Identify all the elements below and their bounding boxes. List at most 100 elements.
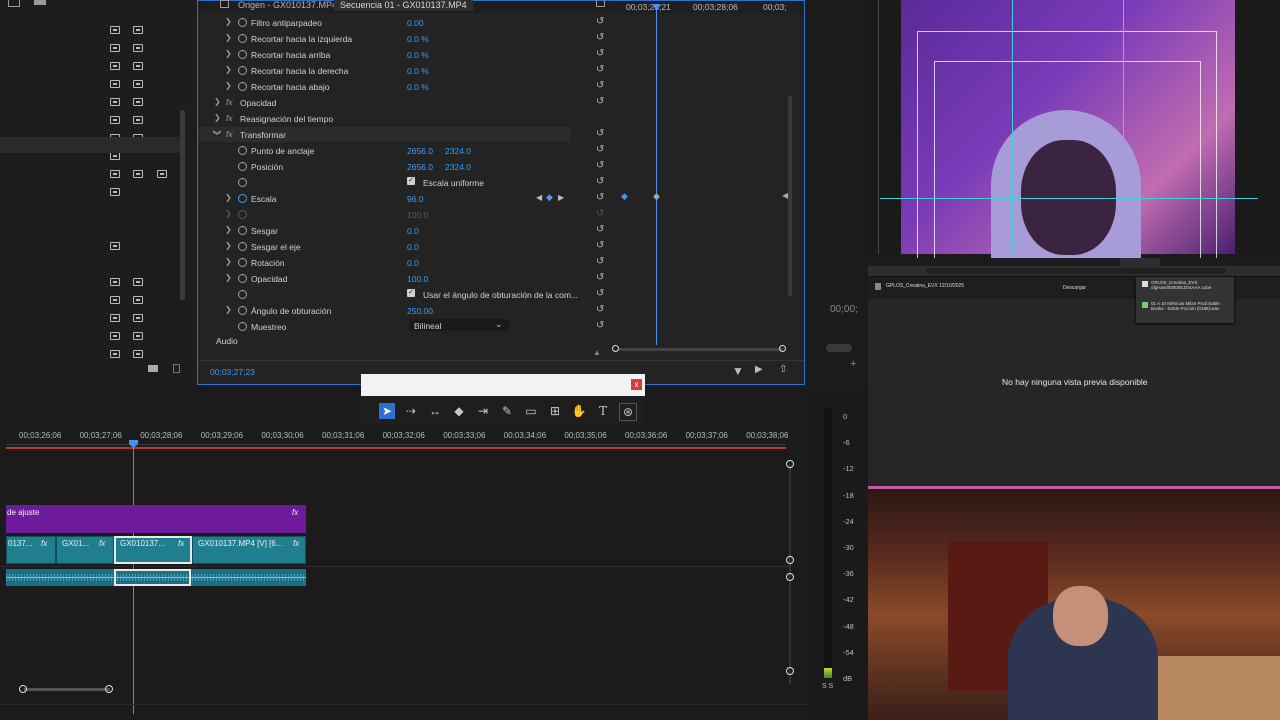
expand-chevron-icon[interactable]: ❯ [225, 241, 232, 250]
section-time-remap[interactable]: ❯ fx Reasignación del tiempo [198, 111, 598, 126]
section-opacity[interactable]: ❯ fx Opacidad ↺ [198, 95, 604, 110]
expand-chevron-icon[interactable]: ❯ [214, 97, 221, 106]
keyframe-icon[interactable]: ◆ [621, 191, 628, 202]
uniform-scale-checkbox[interactable]: ✓ [407, 177, 415, 185]
clip-thumbnail-icon[interactable] [133, 350, 143, 358]
position-y-value[interactable]: 2324.0 [445, 162, 471, 172]
reset-icon[interactable]: ↺ [596, 257, 606, 267]
type-tool-icon[interactable]: T [595, 403, 611, 419]
zoom-handle[interactable] [19, 685, 27, 693]
play-only-audio-icon[interactable]: ▶ [755, 364, 763, 375]
clip-thumbnail-icon[interactable] [110, 62, 120, 70]
next-keyframe-icon[interactable]: ▶ [558, 193, 564, 202]
audio-clip-selected[interactable] [114, 569, 191, 586]
close-button[interactable]: x [631, 379, 642, 390]
opacity-value[interactable]: 100.0 [407, 274, 428, 284]
filter-icon[interactable]: ▼ [732, 364, 744, 378]
fx-icon[interactable]: fx [226, 113, 233, 123]
scale-value[interactable]: 96.0 [407, 194, 424, 204]
expand-chevron-icon[interactable]: ❯ [225, 65, 232, 74]
reset-icon[interactable]: ↺ [596, 33, 606, 43]
section-audio[interactable]: Audio [198, 334, 598, 349]
ec-scrollbar[interactable] [788, 96, 792, 296]
stopwatch-icon[interactable] [238, 258, 247, 267]
reset-icon[interactable]: ↺ [596, 305, 606, 315]
clip-thumbnail-icon[interactable] [110, 98, 120, 106]
reset-icon[interactable]: ↺ [596, 193, 606, 203]
expand-chevron-icon[interactable]: ❯ [225, 49, 232, 58]
solo-buttons[interactable]: S S [822, 683, 833, 690]
sampling-dropdown[interactable]: Bilineal ⌄ [409, 319, 509, 331]
list-view-icon[interactable] [34, 0, 46, 5]
skew-axis-value[interactable]: 0.0 [407, 242, 419, 252]
video-clip[interactable]: GX01... fx [56, 536, 114, 564]
zoom-handle[interactable] [779, 345, 786, 352]
clip-thumbnail-icon[interactable] [133, 278, 143, 286]
expand-chevron-icon[interactable]: ❯ [225, 305, 232, 314]
reset-icon[interactable]: ↺ [596, 65, 606, 75]
param-value[interactable]: 0.0 % [407, 66, 429, 76]
position-x-value[interactable]: 2656.0 [407, 162, 433, 172]
playhead-line[interactable] [656, 5, 657, 345]
reset-icon[interactable]: ↺ [596, 225, 606, 235]
clip-thumbnail-icon[interactable] [110, 80, 120, 88]
clip-thumbnail-icon[interactable] [110, 116, 120, 124]
stopwatch-icon[interactable] [238, 50, 247, 59]
browser-tab-active[interactable] [1120, 258, 1160, 266]
expand-chevron-icon[interactable]: ❯ [225, 257, 232, 266]
tab-source[interactable]: Origen - GX010137.MP4 [232, 0, 343, 11]
remix-tool-icon[interactable]: ⊛ [619, 403, 637, 421]
browser-tabbar[interactable] [868, 258, 1280, 266]
keyframe-icon[interactable]: ◆ [653, 191, 660, 202]
anchor-y-value[interactable]: 2324.0 [445, 146, 471, 156]
stopwatch-icon[interactable] [238, 162, 247, 171]
reset-icon[interactable]: ↺ [596, 161, 606, 171]
clip-thumbnail-icon[interactable] [133, 296, 143, 304]
expand-chevron-icon[interactable]: ❯ [225, 81, 232, 90]
clip-thumbnail-icon[interactable] [110, 278, 120, 286]
download-button[interactable]: Descargar [1063, 285, 1086, 291]
selected-row[interactable] [0, 137, 180, 153]
clip-thumbnail-icon[interactable] [110, 26, 120, 34]
stopwatch-icon[interactable] [238, 18, 247, 27]
scroll-handle[interactable] [786, 556, 794, 564]
toggle-icon[interactable] [826, 344, 852, 352]
clip-thumbnail-icon[interactable] [133, 116, 143, 124]
tools-titlebar[interactable] [361, 374, 645, 396]
ec-timecode[interactable]: 00;03;27;23 [210, 367, 255, 377]
section-transform[interactable]: ❯ fx Transformar [198, 127, 570, 142]
param-value[interactable]: 0.0 % [407, 34, 429, 44]
fx-icon[interactable]: fx [226, 97, 233, 107]
shutter-angle-value[interactable]: 250.00 [407, 306, 433, 316]
export-frame-icon[interactable] [596, 0, 605, 7]
scroll-handle[interactable] [786, 667, 794, 675]
skew-value[interactable]: 0.0 [407, 226, 419, 236]
collapse-chevron-icon[interactable]: ❯ [213, 129, 222, 136]
address-bar[interactable] [926, 268, 1226, 274]
slip-tool-icon[interactable]: ⇥ [475, 403, 491, 419]
clip-thumbnail-icon[interactable] [133, 98, 143, 106]
selection-tool-icon[interactable]: ➤ [379, 403, 395, 419]
prev-keyframe-icon[interactable]: ◀ [536, 193, 542, 202]
download-item[interactable]: GPLOS_Creatina_EVX ofgHas0000006J2mAAA.c… [1151, 280, 1229, 290]
add-icon[interactable]: + [850, 358, 856, 370]
reset-icon[interactable]: ↺ [596, 81, 606, 91]
stopwatch-icon[interactable] [238, 146, 247, 155]
stopwatch-icon[interactable] [238, 274, 247, 283]
rotation-value[interactable]: 0.0 [407, 258, 419, 268]
expand-chevron-icon[interactable]: ❯ [225, 225, 232, 234]
reset-icon[interactable]: ↺ [596, 321, 606, 331]
stopwatch-active-icon[interactable] [238, 194, 247, 203]
timeline-zoom-bar[interactable] [24, 688, 110, 691]
work-area-bar[interactable] [6, 447, 786, 449]
clip-thumbnail-icon[interactable] [110, 152, 120, 160]
stopwatch-icon[interactable] [238, 322, 247, 331]
hand-tool-icon[interactable]: ✋ [571, 403, 587, 419]
stopwatch-icon[interactable] [238, 290, 247, 299]
anchor-x-value[interactable]: 2656.0 [407, 146, 433, 156]
expand-chevron-icon[interactable]: ❯ [225, 193, 232, 202]
reset-icon[interactable]: ↺ [596, 97, 606, 107]
param-value[interactable]: 0.0 % [407, 50, 429, 60]
ripple-edit-tool-icon[interactable]: ↔ [427, 403, 443, 419]
clip-thumbnail-icon[interactable] [157, 170, 167, 178]
